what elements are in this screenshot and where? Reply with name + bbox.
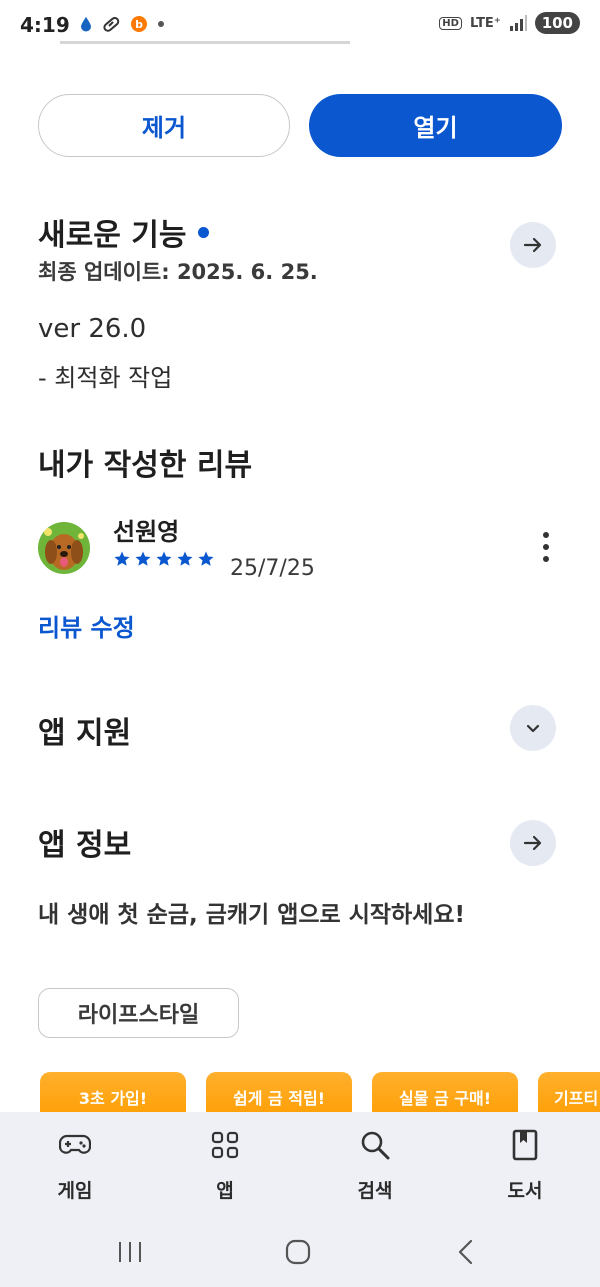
gamepad-icon — [58, 1128, 92, 1162]
version-text: ver 26.0 — [38, 314, 147, 344]
nav-label-books: 도서 — [507, 1180, 543, 1202]
star-icon — [135, 551, 151, 566]
nav-item-games[interactable]: 게임 — [25, 1128, 125, 1203]
whats-new-title[interactable]: 새로운 기능 — [38, 210, 210, 254]
apps-grid-icon — [208, 1128, 242, 1162]
droplet-icon — [81, 17, 91, 32]
network-type: LTE⁺ — [469, 15, 501, 31]
star-icon — [156, 551, 172, 566]
whats-new-arrow-button[interactable] — [510, 222, 556, 268]
new-indicator-dot — [198, 227, 210, 238]
app-info-title[interactable]: 앱 정보 — [38, 820, 131, 864]
app-support-title[interactable]: 앱 지원 — [38, 708, 131, 752]
nav-label-search: 검색 — [357, 1180, 393, 1202]
star-icon — [198, 551, 214, 566]
review-date: 25/7/25 — [230, 556, 315, 581]
whats-new-title-text: 새로운 기능 — [38, 218, 187, 253]
nav-item-search[interactable]: 검색 — [325, 1128, 425, 1203]
release-notes: - 최적화 작업 — [38, 364, 173, 392]
scrolled-content-fragment — [60, 32, 360, 46]
category-chip[interactable]: 라이프스타일 — [38, 988, 239, 1038]
rating-stars — [113, 550, 215, 568]
arrow-right-icon — [523, 835, 542, 851]
svg-text:b: b — [135, 18, 143, 31]
avatar[interactable] — [38, 522, 90, 574]
hd-voice-badge: HD — [439, 16, 462, 30]
book-icon — [508, 1128, 542, 1162]
status-right: HD LTE⁺ 100 — [439, 12, 580, 34]
nav-label-apps: 앱 — [216, 1180, 234, 1202]
dot-icon — [158, 21, 164, 27]
battery-level: 100 — [534, 12, 580, 34]
app-info-arrow-button[interactable] — [510, 820, 556, 866]
app-badge-icon: b — [131, 16, 147, 32]
open-button[interactable]: 열기 — [309, 94, 562, 157]
star-icon — [114, 551, 130, 566]
nav-item-apps[interactable]: 앱 — [175, 1128, 275, 1203]
pill-icon — [103, 16, 120, 32]
last-updated: 최종 업데이트: 2025. 6. 25. — [38, 260, 318, 284]
app-description: 내 생애 첫 순금, 금캐기 앱으로 시작하세요! — [38, 902, 465, 928]
app-support-expand-button[interactable] — [510, 705, 556, 751]
more-options-icon[interactable] — [542, 532, 550, 562]
signal-icon — [509, 15, 527, 31]
back-icon[interactable] — [455, 1238, 477, 1266]
reviewer-name: 선원영 — [113, 518, 180, 546]
notification-icons: b — [80, 14, 165, 34]
arrow-right-icon — [523, 237, 542, 253]
search-icon — [358, 1128, 392, 1162]
status-bar: 4:19 b HD LTE⁺ 100 — [0, 0, 600, 52]
nav-item-books[interactable]: 도서 — [475, 1128, 575, 1203]
remove-button[interactable]: 제거 — [38, 94, 290, 157]
home-icon[interactable] — [284, 1238, 312, 1266]
bottom-navigation: 게임 앱 검색 도서 — [0, 1112, 600, 1287]
dog-avatar-icon — [38, 522, 90, 574]
star-icon — [177, 551, 193, 566]
system-navigation-bar — [0, 1238, 600, 1268]
edit-review-link[interactable]: 리뷰 수정 — [38, 608, 135, 643]
recent-apps-icon[interactable] — [117, 1240, 143, 1264]
nav-label-games: 게임 — [57, 1180, 93, 1202]
chevron-down-icon — [526, 724, 540, 733]
my-review-title: 내가 작성한 리뷰 — [38, 448, 253, 483]
